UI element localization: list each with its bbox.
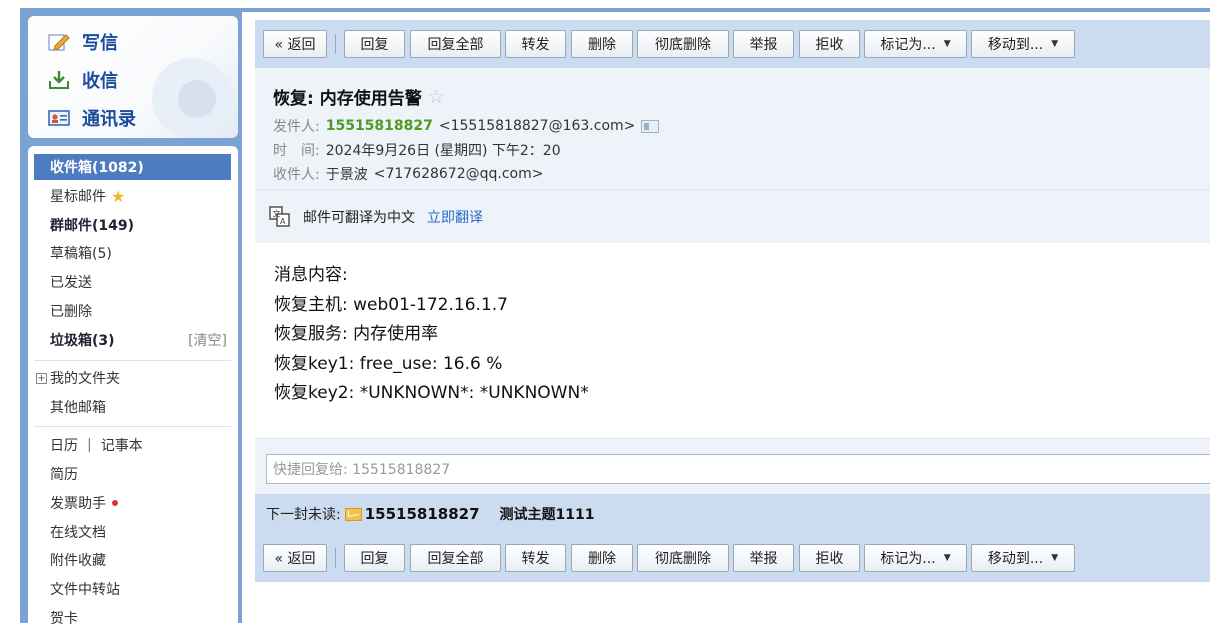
mark-as-dropdown[interactable]: 标记为... ▼	[864, 544, 967, 572]
translate-notice: 邮件可翻译为中文	[303, 209, 415, 226]
sender-address: <15515818827@163.com>	[438, 118, 636, 134]
translate-now-link[interactable]: 立即翻译	[427, 207, 483, 227]
compose-link[interactable]: 写信	[48, 28, 118, 56]
forward-button[interactable]: 转发	[505, 544, 566, 572]
star-toggle-icon[interactable]: ☆	[428, 86, 445, 108]
mail-subject: 恢复: 内存使用告警 ☆	[273, 85, 445, 110]
resume-link[interactable]: 简历	[34, 461, 231, 487]
folder-spam[interactable]: 垃圾箱(3) [清空]	[34, 327, 231, 353]
mail-header: 恢复: 内存使用告警 ☆ 发件人: 15515818827 <155158188…	[255, 68, 1210, 189]
reject-button[interactable]: 拒收	[799, 544, 860, 572]
compose-label: 写信	[82, 33, 118, 54]
body-line: 恢复主机: web01-172.16.1.7	[274, 294, 508, 315]
folder-sent[interactable]: 已发送	[34, 269, 231, 295]
notification-dot	[112, 500, 118, 506]
move-to-dropdown[interactable]: 移动到... ▼	[971, 544, 1075, 572]
sent-time: 2024年9月26日 (星期四) 下午2：20	[325, 143, 561, 159]
reject-button[interactable]: 拒收	[799, 30, 860, 58]
top-border	[0, 0, 1210, 12]
report-button[interactable]: 举报	[733, 544, 794, 572]
invoice-assistant-link[interactable]: 发票助手	[34, 490, 231, 516]
reply-button[interactable]: 回复	[344, 544, 405, 572]
calendar-notebook-row: 日历 | 记事本	[50, 435, 143, 455]
body-line: 消息内容:	[274, 265, 348, 285]
calendar-link[interactable]: 日历	[50, 435, 78, 455]
translate-bar: 文 A 邮件可翻译为中文 立即翻译	[255, 189, 1210, 243]
add-contact-card-icon[interactable]	[641, 119, 660, 133]
body-line: 恢复key1: free_use: 16.6 %	[274, 353, 503, 374]
chevron-down-icon: ▼	[943, 553, 951, 563]
quick-reply-input[interactable]: 快捷回复给: 15515818827	[266, 454, 1210, 484]
recipient-name[interactable]: 于景波	[326, 164, 368, 184]
contacts-link[interactable]: 通讯录	[48, 104, 136, 132]
divider	[34, 360, 231, 361]
contact-card-icon	[48, 108, 70, 128]
contacts-label: 通讯录	[82, 109, 136, 130]
delete-button[interactable]: 删除	[571, 544, 633, 572]
sender-name[interactable]: 15515818827	[326, 118, 433, 134]
quick-reply-bar: 快捷回复给: 15515818827	[255, 438, 1210, 494]
forward-button[interactable]: 转发	[505, 30, 566, 58]
delete-permanently-button[interactable]: 彻底删除	[637, 544, 729, 572]
folder-inbox[interactable]: 收件箱(1082)	[34, 154, 231, 180]
chevron-down-icon: ▼	[1051, 553, 1059, 563]
mail-view: « 返回 回复 回复全部 转发 删除 彻底删除 举报 拒收 标记为... ▼ 移动…	[255, 20, 1210, 623]
mail-body: 消息内容: 恢复主机: web01-172.16.1.7 恢复服务: 内存使用率…	[255, 243, 1210, 438]
inbox-link[interactable]: 收信	[48, 66, 118, 94]
quick-actions-panel: 写信 收信 通讯录	[28, 16, 238, 138]
clear-spam-link[interactable]: [清空]	[188, 330, 227, 350]
pencil-icon	[48, 32, 70, 52]
folder-my-folders[interactable]: + 我的文件夹	[34, 365, 231, 391]
next-unread-label: 下一封未读:	[266, 507, 341, 523]
folder-group[interactable]: 群邮件(149)	[34, 212, 231, 238]
mark-as-dropdown[interactable]: 标记为... ▼	[864, 30, 967, 58]
recipient-address: <717628672@qq.com>	[373, 166, 544, 182]
body-line: 恢复key2: *UNKNOWN*: *UNKNOWN*	[274, 383, 589, 403]
body-line: 恢复服务: 内存使用率	[274, 324, 439, 344]
folder-starred[interactable]: 星标邮件 ★	[34, 183, 231, 209]
chevron-down-icon: ▼	[943, 39, 951, 49]
top-toolbar: « 返回 回复 回复全部 转发 删除 彻底删除 举报 拒收 标记为... ▼ 移动…	[255, 20, 1210, 68]
cards-link[interactable]: 贺卡	[34, 605, 231, 631]
move-to-dropdown[interactable]: 移动到... ▼	[971, 30, 1075, 58]
next-unread-bar: 下一封未读: 15515818827 测试主题1111	[255, 494, 1210, 534]
notebook-link[interactable]: 记事本	[101, 435, 143, 455]
envelope-icon	[344, 507, 362, 521]
inbox-quick-label: 收信	[82, 71, 118, 92]
reply-all-button[interactable]: 回复全部	[410, 30, 501, 58]
recipient-row: 收件人: 于景波 <717628672@qq.com>	[273, 164, 544, 184]
expand-plus-icon[interactable]: +	[36, 372, 47, 384]
back-button[interactable]: « 返回	[263, 30, 327, 58]
online-docs-link[interactable]: 在线文档	[34, 519, 231, 545]
svg-text:A: A	[280, 217, 286, 226]
chevron-down-icon: ▼	[1051, 39, 1059, 49]
reply-button[interactable]: 回复	[344, 30, 405, 58]
divider	[34, 426, 231, 427]
download-tray-icon	[48, 70, 70, 90]
star-icon: ★	[111, 186, 126, 206]
folder-drafts[interactable]: 草稿箱(5)	[34, 240, 231, 266]
time-row: 时 间: 2024年9月26日 (星期四) 下午2：20	[273, 140, 561, 160]
reply-all-button[interactable]: 回复全部	[410, 544, 501, 572]
file-transfer-link[interactable]: 文件中转站	[34, 576, 231, 602]
translate-icon: 文 A	[269, 205, 290, 227]
folder-list: 收件箱(1082) 星标邮件 ★ 群邮件(149) 草稿箱(5) 已发送 已删除…	[28, 146, 238, 627]
bottom-toolbar: « 返回 回复 回复全部 转发 删除 彻底删除 举报 拒收 标记为... ▼ 移动…	[255, 534, 1210, 582]
report-button[interactable]: 举报	[733, 30, 794, 58]
back-button[interactable]: « 返回	[263, 544, 327, 572]
delete-button[interactable]: 删除	[571, 30, 633, 58]
next-unread-sender[interactable]: 15515818827	[365, 505, 480, 523]
folder-deleted[interactable]: 已删除	[34, 298, 231, 324]
attachments-link[interactable]: 附件收藏	[34, 547, 231, 573]
delete-permanently-button[interactable]: 彻底删除	[637, 30, 729, 58]
folder-other-mail[interactable]: 其他邮箱	[34, 394, 231, 420]
sender-row: 发件人: 15515818827 <15515818827@163.com>	[273, 116, 660, 136]
next-unread-subject[interactable]: 测试主题1111	[500, 504, 595, 524]
